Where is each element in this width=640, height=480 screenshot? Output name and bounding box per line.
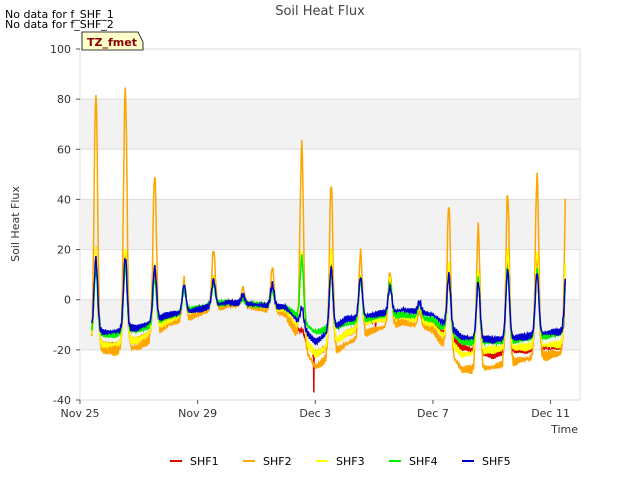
tz-label-box: TZ_fmet xyxy=(81,31,144,51)
x-tick-label: Dec 3 xyxy=(299,407,331,420)
legend-label-shf4: SHF4 xyxy=(409,455,438,468)
x-tick-label: Dec 11 xyxy=(531,407,570,420)
y-tick-label: -20 xyxy=(53,344,71,357)
y-tick-label: 20 xyxy=(57,244,71,257)
legend-label-shf2: SHF2 xyxy=(263,455,292,468)
y-tick-label: 100 xyxy=(50,43,71,56)
chart-title: Soil Heat Flux xyxy=(275,4,365,19)
x-tick-label: Nov 29 xyxy=(178,407,217,420)
y-axis-title: Soil Heat Flux xyxy=(9,186,22,262)
legend-label-shf5: SHF5 xyxy=(482,455,511,468)
y-tick-label: 80 xyxy=(57,93,71,106)
y-tick-label: 60 xyxy=(57,143,71,156)
legend-label-shf1: SHF1 xyxy=(190,455,219,468)
soil-heat-flux-chart: Soil Heat Flux -40 -20 0 20 40 60 80 100 Nov 25… xyxy=(9,4,581,468)
tz-label: TZ_fmet xyxy=(87,36,137,49)
y-tick-label: 0 xyxy=(64,294,71,307)
x-axis-title: Time xyxy=(550,423,578,436)
background-band xyxy=(80,99,580,150)
y-tick-label: 40 xyxy=(57,193,71,206)
y-tick-label: -40 xyxy=(53,394,71,407)
x-tick-label: Nov 25 xyxy=(61,407,100,420)
x-tick-label: Dec 7 xyxy=(417,407,449,420)
legend-label-shf3: SHF3 xyxy=(336,455,365,468)
